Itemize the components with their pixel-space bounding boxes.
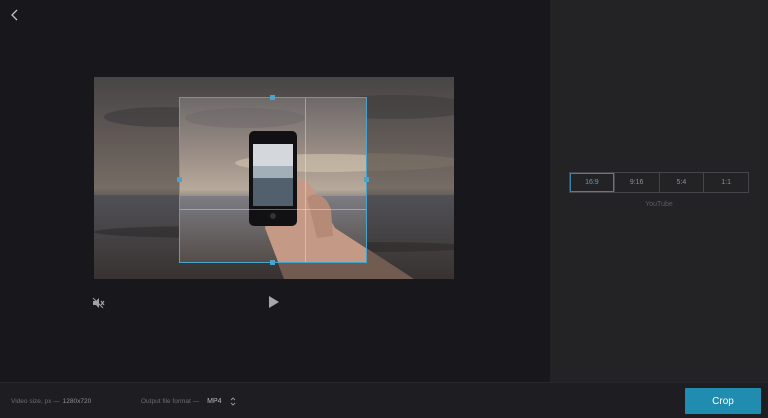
crop-selection-image [180, 98, 366, 262]
video-size-info: Video size, px — 1280x720 [11, 383, 91, 418]
crop-handle-left[interactable] [177, 177, 182, 182]
crop-handle-right[interactable] [364, 177, 369, 182]
output-format-select[interactable]: MP4 [199, 396, 236, 406]
output-format-info: Output file format — MP4 [141, 383, 236, 418]
crop-selection[interactable] [179, 97, 367, 263]
settings-panel: 16:9 9:16 5:4 1:1 YouTube [550, 0, 768, 382]
output-format-label: Output file format — [141, 397, 200, 405]
aspect-ratio-group: 16:9 9:16 5:4 1:1 [569, 172, 749, 193]
video-size-value: 1280x720 [62, 397, 92, 405]
preview-area [0, 0, 550, 382]
crop-grid-line [305, 98, 306, 262]
back-icon[interactable] [6, 6, 24, 24]
crop-grid-line [180, 209, 366, 210]
play-icon[interactable] [265, 293, 283, 311]
chevron-up-down-icon [230, 396, 236, 406]
crop-handle-top[interactable] [270, 95, 275, 100]
ratio-9-16-button[interactable]: 9:16 [615, 173, 660, 192]
bottom-toolbar: Video size, px — 1280x720 Output file fo… [0, 382, 768, 418]
preset-label: YouTube [645, 201, 673, 208]
video-crop-editor: 16:9 9:16 5:4 1:1 YouTube Video size, px… [0, 0, 768, 418]
crop-handle-bottom[interactable] [270, 260, 275, 265]
ratio-16-9-button[interactable]: 16:9 [570, 173, 615, 192]
video-size-label: Video size, px — [11, 397, 60, 405]
crop-button[interactable]: Crop [685, 388, 761, 414]
ratio-5-4-button[interactable]: 5:4 [660, 173, 705, 192]
mute-icon[interactable] [90, 295, 106, 311]
ratio-1-1-button[interactable]: 1:1 [704, 173, 748, 192]
output-format-value: MP4 [207, 397, 222, 405]
video-preview [94, 77, 454, 279]
